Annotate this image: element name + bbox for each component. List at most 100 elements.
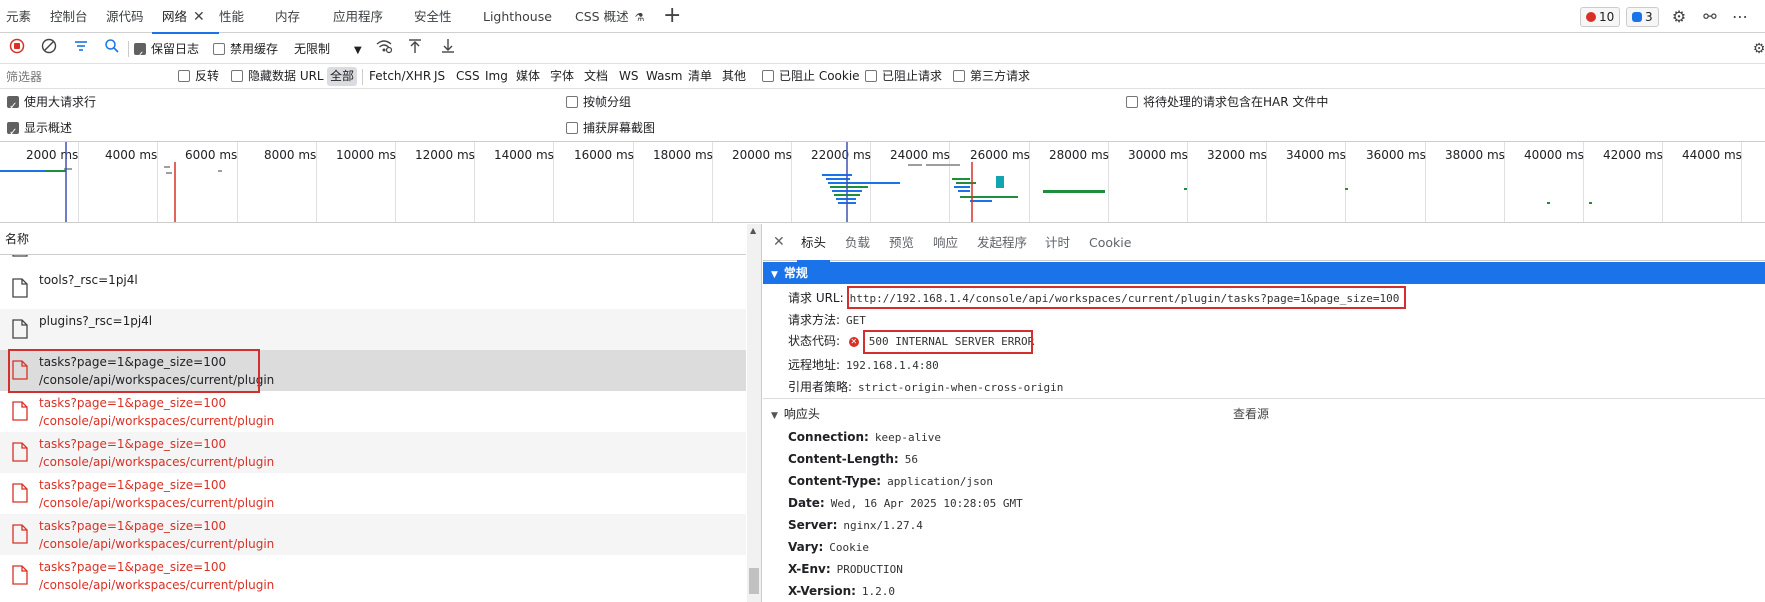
show-overview-checkbox[interactable]: 显示概述 [7, 115, 72, 146]
header-value[interactable]: nginx/1.27.4 [843, 519, 922, 532]
preserve-log-check[interactable] [134, 41, 146, 71]
filter-input[interactable] [0, 66, 168, 87]
tab-console[interactable]: 控制台 [50, 0, 88, 33]
big-rows-checkbox[interactable]: 使用大请求行 [7, 89, 96, 120]
preserve-log-checkbox[interactable]: 保留日志 [134, 34, 199, 71]
name-column-header[interactable]: 名称 [0, 224, 746, 255]
header-value[interactable]: application/json [887, 475, 993, 488]
response-header-row: X-Version: 1.2.0 [788, 581, 895, 601]
tab-timing[interactable]: 计时 [1045, 224, 1070, 261]
search-icon[interactable] [101, 38, 123, 60]
filter-type-ws[interactable]: WS [619, 64, 638, 89]
network-conditions-icon[interactable] [373, 38, 395, 60]
request-method-value[interactable]: GET [846, 314, 866, 327]
capture-screenshots-check[interactable] [566, 122, 578, 134]
network-overview-timeline[interactable]: 2000 ms 4000 ms 6000 ms 8000 ms 10000 ms 1200… [0, 141, 1765, 223]
close-icon[interactable]: ✕ [193, 1, 205, 34]
blocked-requests-checkbox[interactable]: 已阻止请求 [865, 64, 942, 89]
network-settings-icon[interactable]: ⚙ [1748, 38, 1765, 60]
blocked-requests-check[interactable] [865, 70, 877, 82]
tab-application[interactable]: 应用程序 [333, 0, 383, 33]
table-row[interactable]: tasks?page=1&page_size=100 /console/api/… [0, 391, 746, 432]
tab-performance[interactable]: 性能 [219, 0, 244, 33]
tab-lighthouse[interactable]: Lighthouse [483, 0, 552, 33]
tab-security[interactable]: 安全性 [414, 0, 452, 33]
tab-css-overview[interactable]: CSS 概述 ⚗ [575, 0, 644, 33]
group-by-frame-checkbox[interactable]: 按帧分组 [566, 89, 631, 115]
table-row[interactable]: tasks?page=1&page_size=100 /console/api/… [0, 514, 746, 555]
hide-data-url-checkbox[interactable]: 隐藏数据 URL [231, 64, 324, 89]
har-pending-check[interactable] [1126, 96, 1138, 108]
filter-type-other[interactable]: 其他 [722, 64, 746, 89]
header-value[interactable]: Wed, 16 Apr 2025 10:28:05 GMT [831, 497, 1023, 510]
filter-type-img[interactable]: Img [485, 64, 508, 89]
tab-network[interactable]: 网络 ✕ [152, 0, 219, 34]
customize-icon[interactable]: ⚯ [1698, 5, 1722, 29]
filter-type-all[interactable]: 全部 [327, 67, 358, 86]
clear-icon[interactable] [38, 38, 60, 60]
table-row-selected[interactable]: tasks?page=1&page_size=100 /console/api/… [0, 349, 746, 393]
remote-address-value[interactable]: 192.168.1.4:80 [846, 359, 939, 372]
group-by-frame-check[interactable] [566, 96, 578, 108]
table-row[interactable]: tasks?page=1&page_size=100 /console/api/… [0, 473, 746, 514]
export-har-icon[interactable] [437, 38, 459, 60]
third-party-check[interactable] [953, 70, 965, 82]
table-row[interactable]: tools?_rsc=1pj4l [0, 268, 746, 309]
tab-elements[interactable]: 元素 [6, 0, 31, 33]
error-count-badge[interactable]: 10 [1580, 7, 1621, 27]
show-overview-check[interactable] [7, 120, 19, 146]
har-pending-checkbox[interactable]: 将待处理的请求包含在HAR 文件中 [1126, 89, 1328, 115]
list-scrollbar[interactable]: ▲ [747, 224, 761, 602]
filter-icon[interactable] [70, 38, 92, 60]
disable-cache-check[interactable] [213, 43, 225, 55]
table-row[interactable] [0, 255, 746, 268]
filter-type-doc[interactable]: 文档 [584, 64, 608, 89]
filter-type-wasm[interactable]: Wasm [646, 64, 682, 89]
table-row[interactable]: tasks?page=1&page_size=100 /console/api/… [0, 432, 746, 473]
capture-screenshots-checkbox[interactable]: 捕获屏幕截图 [566, 115, 655, 141]
tab-headers[interactable]: 标头 [796, 224, 831, 262]
header-value[interactable]: Cookie [829, 541, 869, 554]
header-value[interactable]: 56 [905, 453, 918, 466]
tab-sources[interactable]: 源代码 [106, 0, 144, 33]
filter-type-css[interactable]: CSS [456, 64, 480, 89]
third-party-checkbox[interactable]: 第三方请求 [953, 64, 1030, 89]
filter-type-media[interactable]: 媒体 [516, 64, 540, 89]
table-row[interactable]: tasks?page=1&page_size=100 /console/api/… [0, 555, 746, 596]
scrollbar-thumb[interactable] [749, 568, 759, 594]
big-rows-check[interactable] [7, 94, 19, 120]
gear-icon[interactable]: ⚙ [1667, 5, 1691, 29]
header-value[interactable]: PRODUCTION [837, 563, 903, 576]
import-har-icon[interactable] [404, 38, 426, 60]
stop-recording-icon[interactable] [6, 38, 28, 60]
filter-type-js[interactable]: JS [434, 64, 445, 89]
header-value[interactable]: keep-alive [875, 431, 941, 444]
more-options-icon[interactable]: ⋯ [1728, 5, 1752, 29]
invert-check[interactable] [178, 70, 190, 82]
tab-response[interactable]: 响应 [933, 224, 958, 261]
throttling-select[interactable]: 无限制 ▼ [294, 34, 362, 64]
tab-initiator[interactable]: 发起程序 [977, 224, 1027, 261]
disable-cache-checkbox[interactable]: 禁用缓存 [213, 34, 278, 64]
invert-checkbox[interactable]: 反转 [178, 64, 219, 89]
add-tab-plus-icon[interactable]: + [663, 3, 681, 29]
tab-payload[interactable]: 负载 [845, 224, 870, 261]
response-headers-section-header[interactable]: ▼ 响应头 [771, 404, 820, 424]
tab-memory[interactable]: 内存 [275, 0, 300, 33]
close-detail-icon[interactable]: ✕ [773, 224, 785, 261]
blocked-cookies-check[interactable] [762, 70, 774, 82]
blocked-cookies-checkbox[interactable]: 已阻止 Cookie [762, 64, 860, 89]
view-source-link[interactable]: 查看源 [1233, 404, 1269, 424]
hide-data-url-check[interactable] [231, 70, 243, 82]
tab-preview[interactable]: 预览 [889, 224, 914, 261]
filter-type-font[interactable]: 字体 [550, 64, 574, 89]
message-count-badge[interactable]: 3 [1626, 7, 1659, 27]
general-section-header[interactable]: ▼ 常规 [763, 262, 1765, 284]
header-value[interactable]: 1.2.0 [862, 585, 895, 598]
filter-type-fetch-xhr[interactable]: Fetch/XHR [369, 64, 431, 89]
filter-type-manifest[interactable]: 清单 [688, 64, 712, 89]
referrer-policy-value[interactable]: strict-origin-when-cross-origin [858, 381, 1063, 394]
scroll-up-icon[interactable]: ▲ [750, 226, 756, 235]
tab-cookies[interactable]: Cookie [1089, 224, 1131, 261]
table-row[interactable]: plugins?_rsc=1pj4l [0, 309, 746, 350]
